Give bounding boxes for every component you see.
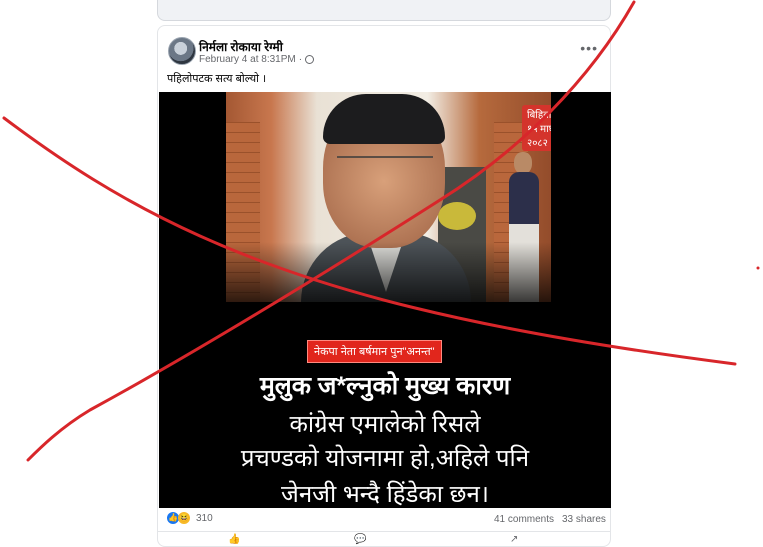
meta-separator: · xyxy=(298,54,303,65)
post-stats: 👍 😆 310 41 comments 33 shares xyxy=(158,510,610,530)
author-avatar[interactable] xyxy=(168,37,196,65)
plant xyxy=(438,202,476,230)
headline-line-3: प्रचण्डको योजनामा हो,अहिले पनि xyxy=(240,445,530,472)
name-badge: नेकपा नेता बर्षमान पुन"अनन्त" xyxy=(307,340,442,363)
comments-count[interactable]: 41 comments xyxy=(494,514,554,525)
comment-button[interactable]: 💬 xyxy=(354,534,366,545)
photo-fade xyxy=(226,242,551,322)
author-name[interactable]: निर्मला रोकाया रेग्मी xyxy=(199,38,283,55)
globe-icon xyxy=(305,55,315,64)
post-date[interactable]: February 4 at 8:31PM xyxy=(199,54,296,65)
shares-count[interactable]: 33 shares xyxy=(562,514,606,525)
speaker-glasses xyxy=(337,156,433,178)
cross-dot xyxy=(756,266,760,270)
more-options-icon[interactable]: ••• xyxy=(580,40,598,56)
share-button[interactable]: ↗ xyxy=(510,534,518,545)
headline-line-2: कांग्रेस एमालेको रिसले xyxy=(289,411,481,438)
like-button[interactable]: 👍 xyxy=(228,534,240,545)
post-actions: 👍 💬 ↗ xyxy=(158,531,610,546)
post-caption: पहिलोपटक सत्य बोल्यो । xyxy=(167,73,267,85)
facebook-post: निर्मला रोकाया रेग्मी February 4 at 8:31… xyxy=(157,25,611,547)
post-meta: February 4 at 8:31PM · xyxy=(199,54,315,65)
reactions[interactable]: 👍 😆 310 xyxy=(167,512,213,524)
guard-head xyxy=(514,152,532,174)
date-badge: बिहिवार १५ माघ २०८२ xyxy=(522,105,551,151)
haha-icon: 😆 xyxy=(178,512,190,524)
post-image[interactable]: बिहिवार १५ माघ २०८२ नेकपा नेता बर्षमान प… xyxy=(159,92,611,508)
reaction-count: 310 xyxy=(196,512,213,524)
headline-line-1: मुलुक ज*ल्नुको मुख्य कारण xyxy=(259,372,511,400)
previous-post-card xyxy=(157,0,611,21)
headline-line-4: जेनजी भन्दै हिंडेका छन। xyxy=(281,481,489,508)
speaker-hair xyxy=(323,94,445,144)
